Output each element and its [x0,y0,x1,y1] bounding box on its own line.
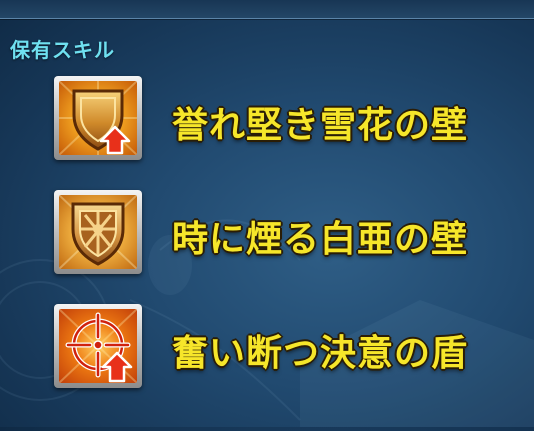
skill-icon-frame[interactable] [54,304,142,388]
skill-row[interactable]: 奮い断つ決意の盾 [54,304,524,392]
shield-cross-icon [59,195,137,269]
skill-name: 誉れ堅き雪花の壁 [172,105,469,146]
skill-row[interactable]: 誉れ堅き雪花の壁 [54,76,524,164]
skill-icon-frame[interactable] [54,190,142,274]
skill-name: 奮い断つ決意の盾 [172,333,469,374]
section-title: 保有スキル [10,38,115,62]
skill-name: 時に煙る白亜の壁 [172,219,469,260]
top-strip [0,0,534,19]
shield-up-icon [59,81,137,155]
skill-row[interactable]: 時に煙る白亜の壁 [54,190,524,278]
target-up-icon [59,309,137,383]
skill-icon-frame[interactable] [54,76,142,160]
